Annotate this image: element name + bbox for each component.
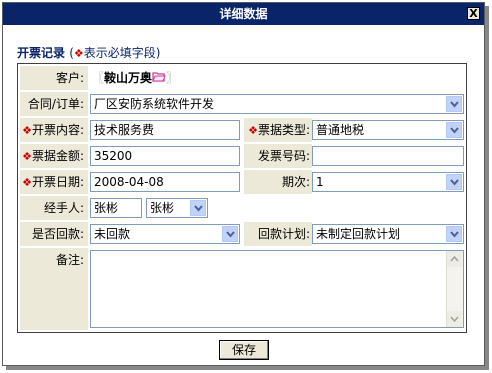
section-title: 开票记录 — [17, 46, 66, 60]
detail-dialog: 详细数据 X 开票记录 (❖表示必填字段) 客户: 〖鞍山万奥〗 合同/订单: … — [2, 2, 485, 366]
folder-icon[interactable] — [152, 68, 166, 90]
period-select[interactable]: 1 — [312, 172, 464, 192]
paid-back-select[interactable]: 未回款 — [90, 224, 240, 244]
invoice-type-select[interactable]: 普通地税 — [312, 120, 464, 140]
payback-plan-label: 回款计划: — [257, 227, 310, 241]
close-icon: X — [469, 7, 478, 20]
client-value[interactable]: 〖鞍山万奥〗 — [92, 67, 178, 90]
scroll-down-icon[interactable] — [447, 311, 462, 327]
invoice-number-label: 发票号码: — [257, 149, 310, 163]
handler-select[interactable]: 张彬 — [146, 198, 208, 218]
contract-select[interactable]: 厂区安防系统软件开发 — [90, 94, 464, 114]
chevron-down-icon — [446, 122, 462, 138]
contract-label: 合同/订单: — [27, 97, 84, 111]
save-button[interactable]: 保存 — [219, 340, 269, 360]
chevron-down-icon — [222, 226, 238, 242]
close-button[interactable]: X — [467, 7, 480, 20]
dialog-titlebar: 详细数据 X — [3, 3, 484, 25]
invoice-form: 客户: 〖鞍山万奥〗 合同/订单: 厂区安防系统软件开发 ❖开票内容: 技术服务… — [17, 63, 467, 333]
remarks-scrollbar[interactable] — [446, 251, 463, 327]
invoice-type-label: ❖票据类型: — [248, 123, 310, 137]
chevron-down-icon — [446, 226, 462, 242]
remarks-textarea[interactable] — [90, 250, 464, 328]
invoice-date-input[interactable]: 2008-04-08 — [90, 172, 240, 192]
remarks-label: 备注: — [55, 253, 84, 267]
required-legend: (❖表示必填字段) — [69, 46, 161, 60]
chevron-down-icon — [446, 96, 462, 112]
invoice-date-label: ❖开票日期: — [22, 175, 84, 189]
payback-plan-select[interactable]: 未制定回款计划 — [312, 224, 464, 244]
required-mark-icon: ❖ — [73, 47, 84, 60]
section-header: 开票记录 (❖表示必填字段) — [17, 44, 160, 61]
dialog-title: 详细数据 — [219, 7, 268, 21]
chevron-down-icon — [446, 174, 462, 190]
invoice-content-input[interactable]: 技术服务费 — [90, 120, 240, 140]
invoice-content-label: ❖开票内容: — [22, 123, 84, 137]
scroll-up-icon[interactable] — [447, 251, 462, 267]
period-label: 期次: — [281, 175, 310, 189]
chevron-down-icon — [190, 200, 206, 216]
paid-back-label: 是否回款: — [31, 227, 84, 241]
client-label: 客户: — [55, 71, 84, 85]
handler-input[interactable]: 张彬 — [90, 198, 142, 218]
invoice-number-input[interactable] — [312, 146, 464, 166]
amount-label: ❖票据金额: — [22, 149, 84, 163]
handler-label: 经手人: — [43, 201, 84, 215]
amount-input[interactable]: 35200 — [90, 146, 240, 166]
